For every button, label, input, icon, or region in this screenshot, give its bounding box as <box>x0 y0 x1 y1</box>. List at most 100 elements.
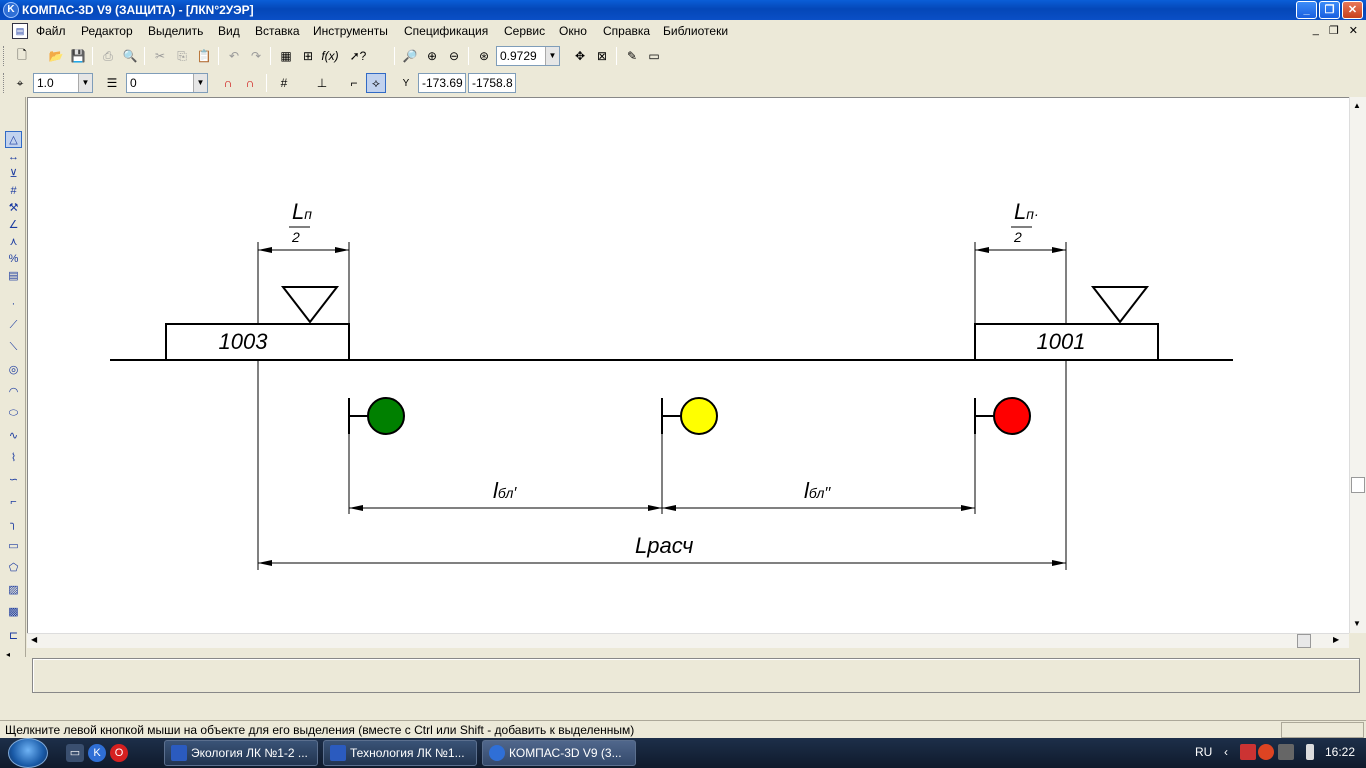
scroll-thumb[interactable] <box>1297 634 1311 648</box>
parametrization-icon[interactable]: ⚒ <box>5 199 22 216</box>
fillet-icon[interactable]: ╮ <box>5 515 22 532</box>
snap-magnet-icon[interactable]: ∩ <box>218 73 238 93</box>
collect-contour-icon[interactable]: ⊏ <box>5 627 22 644</box>
function-icon[interactable]: f(x) <box>320 46 340 66</box>
menu-insert[interactable]: Вставка <box>255 24 300 38</box>
menu-select[interactable]: Выделить <box>148 24 203 38</box>
menu-edit[interactable]: Редактор <box>81 24 133 38</box>
bezier-icon[interactable]: ∽ <box>5 471 22 488</box>
zoom-out-icon[interactable]: ⊖ <box>444 46 464 66</box>
task-kompas[interactable]: КОМПАС-3D V9 (3... <box>482 740 636 766</box>
task-technology[interactable]: Технология ЛК №1... <box>323 740 477 766</box>
print-preview-icon[interactable]: 🔍 <box>120 46 140 66</box>
tray-expand-icon[interactable]: ‹ <box>1224 745 1228 759</box>
cursor-step-icon[interactable]: ⌖ <box>10 73 30 93</box>
kompas-quicklaunch-icon[interactable]: K <box>88 744 106 762</box>
restore-button[interactable]: ❐ <box>1319 1 1340 19</box>
toolbar-grip[interactable] <box>3 73 6 93</box>
task-ecology[interactable]: Экология ЛК №1-2 ... <box>164 740 318 766</box>
measure-icon[interactable]: ∠ <box>5 216 22 233</box>
hatch-icon[interactable]: ▨ <box>5 581 22 598</box>
redo-icon[interactable]: ↷ <box>246 46 266 66</box>
help-pointer-icon[interactable]: ➚? <box>348 46 368 66</box>
close-button[interactable]: ✕ <box>1342 1 1363 19</box>
layers-icon[interactable]: ☰ <box>102 73 122 93</box>
scroll-left-icon[interactable]: ◀ <box>31 635 37 644</box>
arc-icon[interactable]: ◠ <box>5 383 22 400</box>
print-icon[interactable]: ⎙ <box>98 46 118 66</box>
parametric-mode-icon[interactable]: ⟡ <box>366 73 386 93</box>
spec-tools-icon[interactable]: % <box>5 250 22 267</box>
drawing-canvas[interactable]: 1003 1001 Lп 2 Lп· 2 lбл′ lбл′′ Lрасч <box>27 97 1351 633</box>
coord-y-field[interactable]: -1758.8 <box>468 73 516 93</box>
manager-icon[interactable]: ▦ <box>276 46 296 66</box>
undo-icon[interactable]: ↶ <box>224 46 244 66</box>
local-cs-icon[interactable]: ⊥ <box>312 73 332 93</box>
show-desktop-icon[interactable]: ▭ <box>66 744 84 762</box>
mdi-restore-button[interactable]: ❐ <box>1329 24 1339 37</box>
chamfer-icon[interactable]: ⌐ <box>5 493 22 510</box>
zoom-combo[interactable]: 0.9729 ▼ <box>496 46 560 66</box>
pan-icon[interactable]: ✥ <box>570 46 590 66</box>
menu-file[interactable]: Файл <box>36 24 66 38</box>
edit-tools-icon[interactable]: # <box>5 182 22 199</box>
cut-icon[interactable]: ✂ <box>150 46 170 66</box>
spline-icon[interactable]: ∿ <box>5 427 22 444</box>
language-indicator[interactable]: RU <box>1195 745 1212 759</box>
select-tools-icon[interactable]: ⋏ <box>5 233 22 250</box>
menu-help[interactable]: Справка <box>603 24 650 38</box>
segment-icon[interactable]: ⟍ <box>5 339 22 356</box>
vertical-scrollbar[interactable]: ▲ ▼ <box>1349 97 1366 633</box>
refresh-icon[interactable]: ✎ <box>622 46 642 66</box>
layer-combo[interactable]: 0 ▼ <box>126 73 208 93</box>
chevron-down-icon[interactable]: ▼ <box>193 74 207 92</box>
polyline-icon[interactable]: ⌇ <box>5 449 22 466</box>
ellipse-icon[interactable]: ⬭ <box>5 405 22 422</box>
battery-icon[interactable] <box>1306 744 1314 760</box>
new-document-icon[interactable]: 🗋 <box>12 46 32 66</box>
point-icon[interactable]: · <box>5 295 22 312</box>
ortho-icon[interactable]: ⌐ <box>344 73 364 93</box>
document-icon[interactable]: ▤ <box>12 23 28 39</box>
menu-service[interactable]: Сервис <box>504 24 545 38</box>
auxiliary-line-icon[interactable]: ⟋ <box>5 317 22 334</box>
menu-specification[interactable]: Спецификация <box>404 24 488 38</box>
scroll-thumb[interactable] <box>1351 477 1365 493</box>
copy-icon[interactable]: ⎘ <box>172 46 192 66</box>
toolbar-grip[interactable] <box>3 46 6 66</box>
mdi-minimize-button[interactable]: _ <box>1313 24 1319 37</box>
variables-icon[interactable]: ⊞ <box>298 46 318 66</box>
coord-x-field[interactable]: -173.69 <box>418 73 466 93</box>
display-mode-icon[interactable]: ▭ <box>644 46 664 66</box>
clock[interactable]: 16:22 <box>1325 745 1355 759</box>
chevron-down-icon[interactable]: ▼ <box>545 47 559 65</box>
tray-antivirus-icon[interactable] <box>1258 744 1274 760</box>
local-snap-icon[interactable]: ∩ <box>240 73 260 93</box>
menu-libraries[interactable]: Библиотеки <box>663 24 728 38</box>
menu-view[interactable]: Вид <box>218 24 240 38</box>
dimensions-tools-icon[interactable]: ↔ <box>5 148 22 165</box>
report-icon[interactable]: ▤ <box>5 267 22 284</box>
kompas-app-icon[interactable]: K <box>3 2 19 18</box>
panel-collapse-icon[interactable]: ◂ <box>6 650 10 659</box>
paste-icon[interactable]: 📋 <box>194 46 214 66</box>
save-icon[interactable]: 💾 <box>68 46 88 66</box>
mdi-close-button[interactable]: ✕ <box>1349 24 1358 37</box>
chevron-down-icon[interactable]: ▼ <box>78 74 92 92</box>
show-all-icon[interactable]: ⊠ <box>592 46 612 66</box>
fill-icon[interactable]: ▩ <box>5 603 22 620</box>
polygon-icon[interactable]: ⬠ <box>5 559 22 576</box>
zoom-in-icon[interactable]: ⊕ <box>422 46 442 66</box>
zoom-window-icon[interactable]: 🔎 <box>400 46 420 66</box>
rectangle-icon[interactable]: ▭ <box>5 537 22 554</box>
scroll-down-icon[interactable]: ▼ <box>1353 619 1361 628</box>
geometry-tools-icon[interactable]: △ <box>5 131 22 148</box>
start-button[interactable] <box>8 738 48 768</box>
menu-tools[interactable]: Инструменты <box>313 24 388 38</box>
zoom-scale-icon[interactable]: ⊛ <box>474 46 494 66</box>
tray-flag-icon[interactable] <box>1240 744 1256 760</box>
horizontal-scrollbar[interactable]: ◀ ▶ <box>27 633 1349 648</box>
menu-window[interactable]: Окно <box>559 24 587 38</box>
open-folder-icon[interactable]: 📂 <box>46 46 66 66</box>
designations-tools-icon[interactable]: ⊻ <box>5 165 22 182</box>
